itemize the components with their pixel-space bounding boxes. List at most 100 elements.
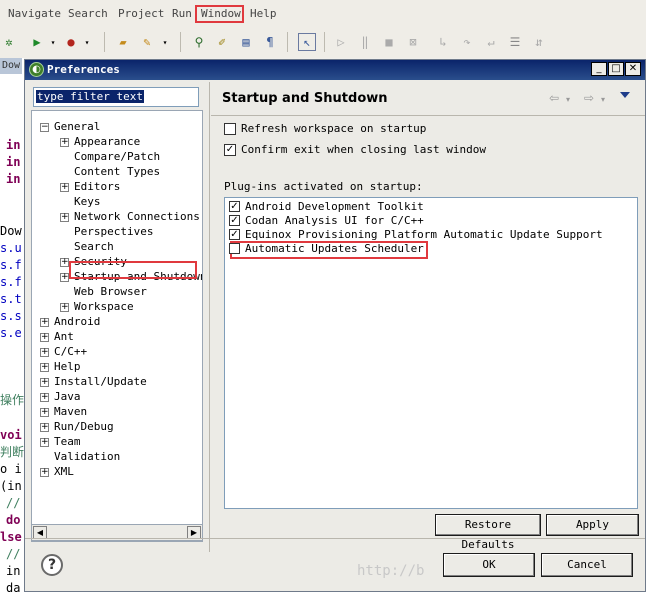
refresh-workspace-checkbox[interactable] xyxy=(224,123,236,135)
tree-item[interactable]: + Team xyxy=(32,435,202,450)
tree-item[interactable]: + XML xyxy=(32,465,202,480)
tree-item[interactable]: − General xyxy=(32,120,202,135)
expand-icon[interactable]: + xyxy=(60,303,69,312)
tree-item[interactable]: + Workspace xyxy=(32,300,202,315)
code-line: da xyxy=(6,581,21,592)
disconnect-icon[interactable]: ⊠ xyxy=(404,33,422,51)
plugins-label: Plug-ins activated on startup: xyxy=(224,180,423,193)
code-line: 操作 xyxy=(0,393,24,407)
menu-run[interactable]: Run xyxy=(172,7,192,20)
expand-icon[interactable]: + xyxy=(40,333,49,342)
menu-help[interactable]: Help xyxy=(250,7,277,20)
step-into-icon[interactable]: ↳ xyxy=(434,33,452,51)
tree-item[interactable]: Validation xyxy=(32,450,202,465)
code-line: (in xyxy=(0,479,22,493)
tree-item[interactable]: + Network Connections xyxy=(32,210,202,225)
tree-item[interactable]: Web Browser xyxy=(32,285,202,300)
plugin-checkbox[interactable] xyxy=(229,243,240,254)
maximize-icon[interactable]: □ xyxy=(608,62,624,76)
view-menu-icon[interactable] xyxy=(620,92,630,98)
tree-item[interactable]: + Ant xyxy=(32,330,202,345)
restore-defaults-button[interactable]: Restore Defaults xyxy=(435,514,541,551)
tree-item[interactable]: Compare/Patch xyxy=(32,150,202,165)
wand-dropdown-icon[interactable]: ▾ xyxy=(156,33,174,51)
ok-button[interactable]: OK xyxy=(443,553,535,577)
use-step-filters-icon[interactable]: ⇵ xyxy=(530,33,548,51)
expand-icon[interactable]: + xyxy=(40,408,49,417)
resume-icon[interactable]: ▷ xyxy=(332,33,350,51)
tree-item[interactable]: Content Types xyxy=(32,165,202,180)
filter-input[interactable]: type filter text xyxy=(33,87,199,107)
expand-icon[interactable]: + xyxy=(60,273,69,282)
tree-item[interactable]: + Maven xyxy=(32,405,202,420)
open-folder-icon[interactable]: ▰ xyxy=(114,33,132,51)
search-icon[interactable]: ⚲ xyxy=(190,33,208,51)
tree-item[interactable]: + C/C++ xyxy=(32,345,202,360)
plugin-checkbox[interactable]: ✓ xyxy=(229,201,240,212)
pane-splitter[interactable] xyxy=(209,82,210,552)
tree-item[interactable]: + Install/Update xyxy=(32,375,202,390)
expand-icon[interactable]: + xyxy=(40,423,49,432)
plugin-label: Android Development Toolkit xyxy=(245,200,424,213)
editor-tab[interactable]: Dow xyxy=(0,58,22,74)
forward-dropdown-icon[interactable]: ▾ xyxy=(601,95,605,104)
expand-icon[interactable]: + xyxy=(40,318,49,327)
back-icon[interactable]: ⇦ xyxy=(549,91,559,105)
menu-search[interactable]: Search xyxy=(68,7,108,20)
tree-item[interactable]: Keys xyxy=(32,195,202,210)
cancel-button[interactable]: Cancel xyxy=(541,553,633,577)
menu-project[interactable]: Project xyxy=(118,7,164,20)
refresh-workspace-label: Refresh workspace on startup xyxy=(241,122,427,135)
tree-item[interactable]: Perspectives xyxy=(32,225,202,240)
expand-icon[interactable]: + xyxy=(40,348,49,357)
tree-item-label: Keys xyxy=(74,195,101,208)
expand-icon[interactable]: + xyxy=(40,378,49,387)
show-whitespace-icon[interactable]: ¶ xyxy=(261,33,279,51)
mark-occurrences-icon[interactable]: ✐ xyxy=(213,33,231,51)
expand-icon[interactable]: + xyxy=(60,213,69,222)
tree-item[interactable]: + Appearance xyxy=(32,135,202,150)
menu-bar: Navigate Search Project Run Window Help xyxy=(0,0,646,28)
back-dropdown-icon[interactable]: ▾ xyxy=(566,95,570,104)
step-return-icon[interactable]: ↵ xyxy=(482,33,500,51)
debug-icon[interactable]: ✲ xyxy=(0,33,18,51)
tree-item[interactable]: + Android xyxy=(32,315,202,330)
code-editor[interactable]: in in in Dow s.u s.f s.f s.t s.s s.e 操作 … xyxy=(0,58,24,592)
external-tools-dropdown-icon[interactable]: ▾ xyxy=(78,33,96,51)
menu-navigate[interactable]: Navigate xyxy=(8,7,61,20)
expand-icon[interactable]: + xyxy=(40,393,49,402)
tree-item-label: Compare/Patch xyxy=(74,150,161,163)
pointer-icon[interactable]: ↖ xyxy=(298,33,316,51)
minimize-icon[interactable]: _ xyxy=(591,62,607,76)
expand-icon[interactable]: + xyxy=(40,438,49,447)
plugin-checkbox[interactable]: ✓ xyxy=(229,229,240,240)
apply-button[interactable]: Apply xyxy=(546,514,639,536)
expand-icon[interactable]: + xyxy=(40,468,49,477)
suspend-icon[interactable]: ‖ xyxy=(356,33,374,51)
plugin-checkbox[interactable]: ✓ xyxy=(229,215,240,226)
forward-icon[interactable]: ⇨ xyxy=(584,91,594,105)
tree-item-label: Content Types xyxy=(74,165,161,178)
plugins-list[interactable]: ✓ Android Development Toolkit ✓ Codan Analy… xyxy=(224,197,638,509)
tree-item[interactable]: Search xyxy=(32,240,202,255)
tree-item[interactable]: + Java xyxy=(32,390,202,405)
terminate-icon[interactable]: ■ xyxy=(380,33,398,51)
expand-icon[interactable]: + xyxy=(60,258,69,267)
expand-icon[interactable]: + xyxy=(60,183,69,192)
collapse-icon[interactable]: − xyxy=(40,123,49,132)
dialog-title-bar[interactable]: ◐ Preferences _ □ ✕ xyxy=(25,60,645,80)
tree-item[interactable]: + Editors xyxy=(32,180,202,195)
help-icon[interactable]: ? xyxy=(41,554,63,576)
wand-icon[interactable]: ✎ xyxy=(138,33,156,51)
expand-icon[interactable]: + xyxy=(40,363,49,372)
close-icon[interactable]: ✕ xyxy=(625,62,641,76)
tree-item[interactable]: + Help xyxy=(32,360,202,375)
tree-item[interactable]: + Run/Debug xyxy=(32,420,202,435)
expand-icon[interactable]: + xyxy=(60,138,69,147)
step-over-icon[interactable]: ↷ xyxy=(458,33,476,51)
drop-to-frame-icon[interactable]: ☰ xyxy=(506,33,524,51)
run-dropdown-icon[interactable]: ▾ xyxy=(44,33,62,51)
preferences-tree[interactable]: − General + Appearance Compare/Patch Content … xyxy=(31,110,203,542)
block-selection-icon[interactable]: ▤ xyxy=(237,33,255,51)
confirm-exit-checkbox[interactable]: ✓ xyxy=(224,144,236,156)
